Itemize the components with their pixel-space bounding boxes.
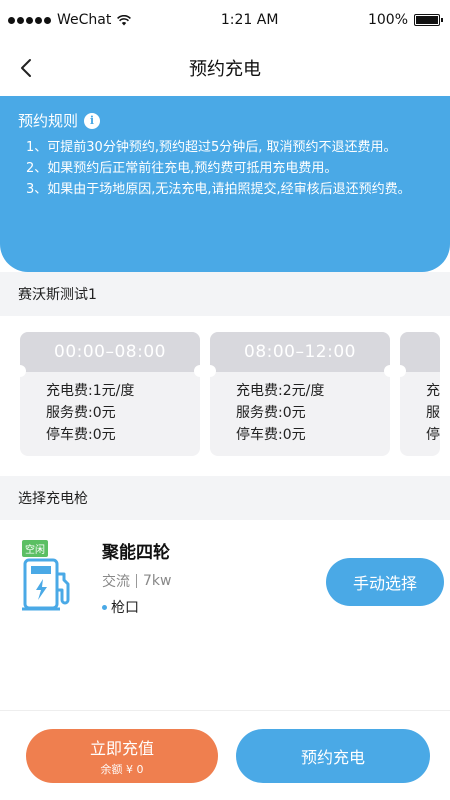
rule-number: 1、 bbox=[26, 140, 48, 155]
rule-item: 3、 如果由于场地原因,无法充电,请拍照提交,经审核后退还预约费。 bbox=[18, 179, 432, 200]
time-slot-fees: 充电费:1元/度 服务费:0元 停车费:0元 bbox=[20, 372, 200, 446]
connector-meta: 交流 7kw bbox=[102, 571, 171, 591]
rule-text: 如果预约后正常前往充电,预约费可抵用充电费用。 bbox=[47, 161, 338, 176]
rules-title: 预约规则 bbox=[18, 112, 79, 130]
rule-number: 3、 bbox=[26, 182, 48, 197]
divider bbox=[136, 574, 137, 588]
time-slot-range: 00:00–08:00 bbox=[20, 332, 200, 372]
parking-fee: 停车费:0元 bbox=[236, 427, 306, 443]
station-name: 赛沃斯测试1 bbox=[0, 272, 450, 316]
rules-header: 预约规则 i bbox=[18, 110, 432, 131]
service-fee: 服务费:0元 bbox=[46, 405, 116, 421]
parking-fee: 停车费:0元 bbox=[46, 427, 116, 443]
carrier-label: WeChat bbox=[57, 12, 112, 28]
service-fee: 服务费:0元 bbox=[236, 405, 306, 421]
rule-text: 如果由于场地原因,无法充电,请拍照提交,经审核后退还预约费。 bbox=[47, 182, 411, 197]
connector-port: 枪口 bbox=[102, 597, 171, 617]
reserve-charge-button[interactable]: 预约充电 bbox=[236, 728, 430, 783]
rules-list: 1、 可提前30分钟预约,预约超过5分钟后, 取消预约不退还费用。 2、 如果预… bbox=[18, 137, 432, 200]
signal-icon bbox=[8, 16, 51, 24]
bottom-action-bar: 立即充值 余额 ¥ 0 预约充电 bbox=[0, 710, 450, 800]
battery-percent: 100% bbox=[367, 12, 408, 28]
battery-icon bbox=[414, 14, 443, 26]
time-slot-card[interactable]: 00:00–08:00 充电费:1元/度 服务费:0元 停车费:0元 bbox=[20, 332, 200, 456]
back-button[interactable] bbox=[12, 54, 40, 82]
gun-section-title: 选择充电枪 bbox=[0, 476, 450, 520]
charge-fee: 充 bbox=[426, 383, 440, 399]
port-label: 枪口 bbox=[111, 600, 139, 616]
rule-text: 可提前30分钟预约,预约超过5分钟后, 取消预约不退还费用。 bbox=[47, 140, 397, 155]
balance-label: 余额 ¥ 0 bbox=[100, 762, 144, 776]
rule-item: 1、 可提前30分钟预约,预约超过5分钟后, 取消预约不退还费用。 bbox=[18, 137, 432, 158]
status-time: 1:21 AM bbox=[220, 12, 279, 28]
manual-select-button[interactable]: 手动选择 bbox=[326, 558, 444, 606]
connector-item: 空闲 聚能四轮 交流 7kw 枪口 手动选择 bbox=[0, 520, 450, 710]
rule-number: 2、 bbox=[26, 161, 48, 176]
time-slot-range bbox=[400, 332, 440, 372]
rule-item: 2、 如果预约后正常前往充电,预约费可抵用充电费用。 bbox=[18, 158, 432, 179]
time-slot-scroller[interactable]: 00:00–08:00 充电费:1元/度 服务费:0元 停车费:0元 08:00… bbox=[0, 316, 450, 476]
chevron-left-icon bbox=[21, 59, 31, 77]
charging-station-icon bbox=[22, 558, 70, 611]
time-slot-card[interactable]: 08:00–12:00 充电费:2元/度 服务费:0元 停车费:0元 bbox=[210, 332, 390, 456]
time-slot-fees: 充电费:2元/度 服务费:0元 停车费:0元 bbox=[210, 372, 390, 446]
service-fee: 服 bbox=[426, 405, 440, 421]
current-type: 交流 bbox=[102, 574, 130, 590]
status-bar: WeChat 1:21 AM 100% bbox=[0, 0, 450, 40]
status-right: 100% bbox=[367, 12, 443, 28]
time-slot-card[interactable]: 充 服 停 bbox=[400, 332, 440, 456]
charge-fee: 充电费:1元/度 bbox=[46, 383, 135, 399]
recharge-button[interactable]: 立即充值 余额 ¥ 0 bbox=[26, 728, 218, 783]
time-slot-range: 08:00–12:00 bbox=[210, 332, 390, 372]
charge-fee: 充电费:2元/度 bbox=[236, 383, 325, 399]
time-slot-list: 00:00–08:00 充电费:1元/度 服务费:0元 停车费:0元 08:00… bbox=[20, 332, 450, 456]
connector-info: 聚能四轮 交流 7kw 枪口 bbox=[102, 538, 171, 617]
parking-fee: 停 bbox=[426, 427, 440, 443]
recharge-label: 立即充值 bbox=[89, 738, 154, 758]
connector-name: 聚能四轮 bbox=[102, 543, 170, 563]
nav-bar: 预约充电 bbox=[0, 40, 450, 96]
bullet-dot bbox=[102, 604, 107, 610]
status-left: WeChat bbox=[8, 12, 132, 28]
power-rating: 7kw bbox=[143, 573, 172, 589]
info-icon[interactable]: i bbox=[84, 112, 101, 129]
wifi-icon bbox=[117, 14, 132, 25]
reservation-rules: 预约规则 i 1、 可提前30分钟预约,预约超过5分钟后, 取消预约不退还费用。… bbox=[0, 96, 450, 272]
time-slot-fees: 充 服 停 bbox=[400, 372, 440, 446]
page-title: 预约充电 bbox=[189, 59, 261, 80]
